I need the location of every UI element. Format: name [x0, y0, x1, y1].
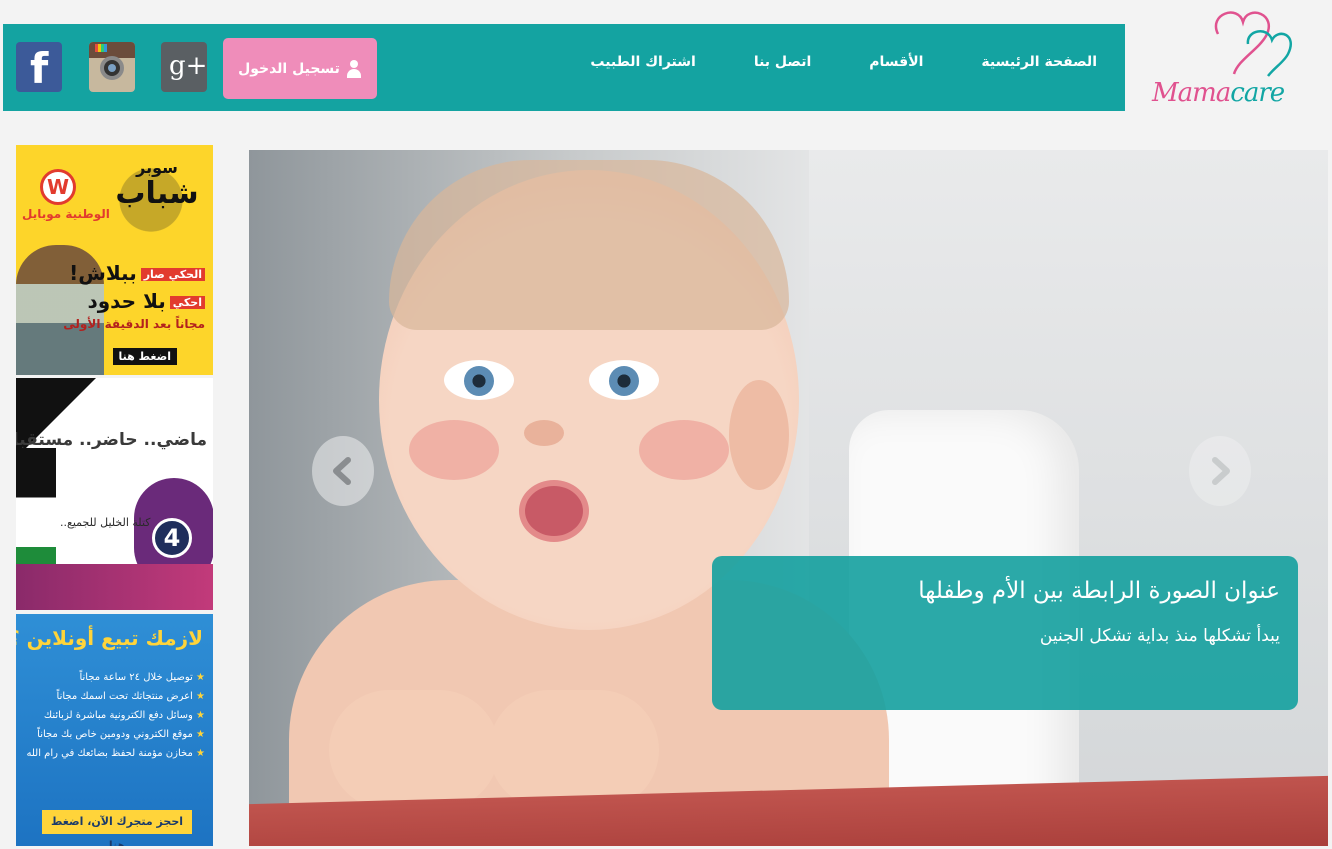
login-button-label: تسجيل الدخول — [238, 60, 340, 77]
ad-line: مجاناً بعد الدقيقة الأولى — [63, 317, 205, 331]
list-item: مخازن مؤمنة لحفظ بضائعك في رام الله — [26, 748, 205, 759]
instagram-icon[interactable] — [89, 42, 135, 92]
ad-line: الحكي صارببلاش! — [69, 261, 205, 285]
main-navbar: الصفحة الرئيسية الأقسام اتصل بنا اشتراك … — [3, 24, 1125, 111]
ad-headline: سوبر شباب — [115, 158, 199, 211]
ad-title: لازمك تبيع أونلاين ؟ — [16, 626, 203, 650]
login-button[interactable]: تسجيل الدخول — [223, 38, 377, 99]
slider-next-button[interactable] — [1189, 436, 1251, 506]
hero-slider: عنوان الصورة الرابطة بين الأم وطفلها يبد… — [249, 150, 1328, 846]
nav-menu: الصفحة الرئيسية الأقسام اتصل بنا اشتراك … — [532, 54, 1097, 70]
list-item: موقع الكتروني ودومين خاص بك مجاناً — [26, 729, 205, 740]
slide-caption-title: عنوان الصورة الرابطة بين الأم وطفلها — [918, 578, 1280, 604]
nav-home-link[interactable]: الصفحة الرئيسية — [981, 54, 1097, 70]
user-icon — [346, 59, 362, 78]
nav-doctor-subscribe-link[interactable]: اشتراك الطبيب — [590, 54, 695, 70]
ad-number-badge: 4 — [152, 518, 192, 558]
list-item: وسائل دفع الكترونية مباشرة لزبائنك — [26, 710, 205, 721]
ad-title: ماضي.. حاضر.. مستقبل — [16, 430, 207, 450]
ad-brand-name: الوطنية موبايل — [22, 207, 110, 221]
ad-feature-list: توصيل خلال ٢٤ ساعة مجاناً اعرض منتجاتك ت… — [26, 672, 205, 767]
ad-banner-mobile[interactable]: W الوطنية موبايل سوبر شباب الحكي صارببلا… — [16, 145, 213, 375]
slider-prev-button[interactable] — [312, 436, 374, 506]
list-item: اعرض منتجاتك تحت اسمك مجاناً — [26, 691, 205, 702]
ad-cta-button[interactable]: اضغط هنا — [112, 348, 177, 365]
logo-hearts-icon — [1214, 11, 1292, 77]
chevron-left-icon — [333, 457, 351, 485]
ad-banner-online-store[interactable]: لازمك تبيع أونلاين ؟ توصيل خلال ٢٤ ساعة … — [16, 614, 213, 846]
google-plus-icon[interactable]: g+ — [161, 42, 207, 92]
list-item: توصيل خلال ٢٤ ساعة مجاناً — [26, 672, 205, 683]
chevron-right-icon — [1212, 457, 1230, 485]
site-logo[interactable]: Mamacare — [1138, 4, 1328, 114]
ad-banner-election[interactable]: ماضي.. حاضر.. مستقبل 4 كتلة الخليل للجمي… — [16, 378, 213, 610]
nav-sections-link[interactable]: الأقسام — [869, 54, 923, 70]
ad-cta-button[interactable]: احجز متجرك الآن، اضغط هنا — [42, 810, 192, 846]
facebook-icon[interactable]: f — [16, 42, 62, 93]
ad-subtitle: كتلة الخليل للجميع.. — [60, 516, 151, 529]
brand-logo-icon: W — [40, 169, 76, 205]
logo-wordmark: Mamacare — [1152, 78, 1285, 108]
slide-caption: عنوان الصورة الرابطة بين الأم وطفلها يبد… — [712, 556, 1298, 710]
nav-contact-link[interactable]: اتصل بنا — [754, 54, 811, 70]
ad-line: احكيبلا حدود — [87, 289, 205, 313]
slide-caption-text: يبدأ تشكلها منذ بداية تشكل الجنين — [1039, 626, 1280, 646]
